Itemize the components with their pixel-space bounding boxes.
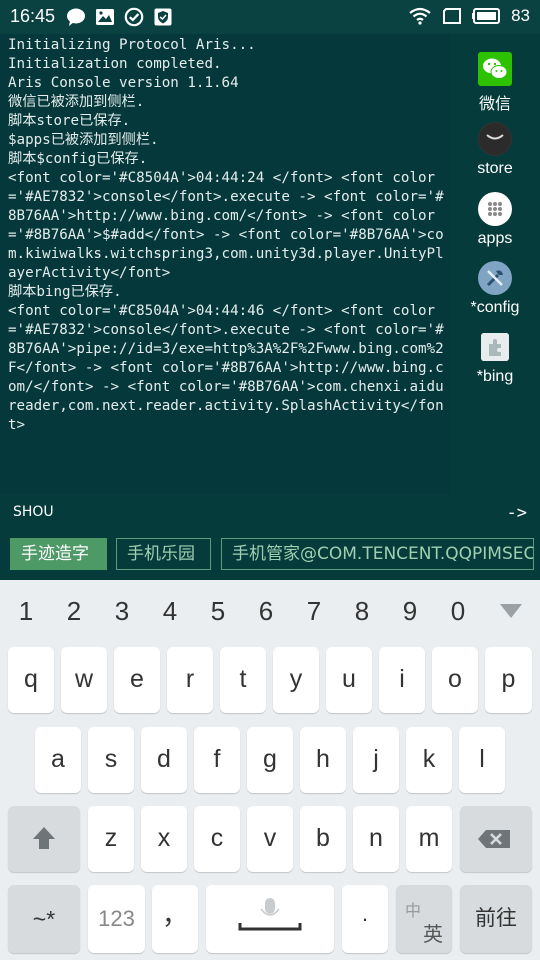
console-line: <font color='#C8504A'>04:44:46 </font> <… <box>8 303 444 433</box>
suggestion-chip[interactable]: 手机乐园 <box>116 538 211 570</box>
number-switch-key[interactable]: 123 <box>88 885 145 953</box>
check-circle-icon <box>124 7 144 27</box>
key-4[interactable]: 4 <box>146 596 194 627</box>
chat-bubble-icon <box>66 7 86 27</box>
system-status: 83 <box>408 6 530 26</box>
notification-icons <box>66 7 173 27</box>
key-f[interactable]: f <box>194 727 240 793</box>
sidebar-item-label: *bing <box>476 368 514 385</box>
key-t[interactable]: t <box>220 647 266 713</box>
key-j[interactable]: j <box>353 727 399 793</box>
symbols-key[interactable]: ~* <box>8 885 80 953</box>
config-icon <box>478 261 512 295</box>
soft-keyboard: 1 2 3 4 5 6 7 8 9 0 q w e r t y u i o p … <box>0 580 540 960</box>
lang-english-label: 英 <box>423 924 443 946</box>
space-key[interactable] <box>206 885 334 953</box>
sidebar-item-wechat[interactable]: 微信 <box>450 52 540 114</box>
key-r[interactable]: r <box>167 647 213 713</box>
key-x[interactable]: x <box>141 806 187 872</box>
sidebar-item-apps[interactable]: apps <box>450 192 540 248</box>
console-line: Initialization completed. <box>8 56 222 72</box>
key-m[interactable]: m <box>406 806 452 872</box>
console-line: 脚本bing已保存. <box>8 284 122 300</box>
sidebar-item-store[interactable]: store <box>450 122 540 178</box>
key-5[interactable]: 5 <box>194 596 242 627</box>
key-1[interactable]: 1 <box>2 596 50 627</box>
key-9[interactable]: 9 <box>386 596 434 627</box>
key-l[interactable]: l <box>459 727 505 793</box>
screen-icon <box>441 6 463 26</box>
sidebar-item-config[interactable]: *config <box>450 261 540 317</box>
sidebar-item-label: apps <box>477 230 513 247</box>
console-line: <font color='#C8504A'>04:44:24 </font> <… <box>8 170 444 281</box>
key-a[interactable]: a <box>35 727 81 793</box>
apps-icon <box>478 192 512 226</box>
shield-icon <box>153 7 173 27</box>
key-y[interactable]: y <box>273 647 319 713</box>
bing-icon <box>481 333 509 361</box>
command-input[interactable]: SHOU <box>13 504 54 520</box>
key-c[interactable]: c <box>194 806 240 872</box>
battery-icon <box>472 6 502 26</box>
key-2[interactable]: 2 <box>50 596 98 627</box>
sidebar-item-label: *config <box>470 299 520 316</box>
comma-key[interactable]: ， <box>152 885 198 953</box>
sidebar-item-bing[interactable]: *bing <box>450 330 540 386</box>
collapse-keyboard-icon[interactable] <box>498 602 524 624</box>
language-switch-key[interactable]: 中 英 <box>396 885 452 953</box>
key-3[interactable]: 3 <box>98 596 146 627</box>
key-e[interactable]: e <box>114 647 160 713</box>
console-line: 微信已被添加到侧栏. <box>8 94 145 110</box>
key-b[interactable]: b <box>300 806 346 872</box>
key-i[interactable]: i <box>379 647 425 713</box>
key-w[interactable]: w <box>61 647 107 713</box>
go-key[interactable]: 前往 <box>460 885 532 953</box>
key-k[interactable]: k <box>406 727 452 793</box>
key-o[interactable]: o <box>432 647 478 713</box>
key-u[interactable]: u <box>326 647 372 713</box>
period-key[interactable]: · <box>342 885 388 953</box>
console-line: 脚本store已保存. <box>8 113 131 129</box>
console-line: Aris Console version 1.1.64 <box>8 75 239 91</box>
suggestion-chip[interactable]: 手迹造字 <box>10 538 107 570</box>
gallery-icon <box>95 7 115 27</box>
key-7[interactable]: 7 <box>290 596 338 627</box>
key-v[interactable]: v <box>247 806 293 872</box>
lang-chinese-label: 中 <box>405 903 422 920</box>
submit-button[interactable]: -> <box>507 503 527 523</box>
wifi-icon <box>408 6 432 26</box>
key-h[interactable]: h <box>300 727 346 793</box>
battery-percentage: 83 <box>511 6 530 25</box>
status-bar: 16:45 83 <box>0 0 540 34</box>
shift-icon <box>33 827 55 849</box>
key-q[interactable]: q <box>8 647 54 713</box>
key-d[interactable]: d <box>141 727 187 793</box>
suggestion-chip[interactable]: 手机管家@COM.TENCENT.QQPIMSECURE <box>221 538 534 570</box>
key-0[interactable]: 0 <box>434 596 482 627</box>
console-line: 脚本$config已保存. <box>8 151 148 167</box>
key-s[interactable]: s <box>88 727 134 793</box>
key-p[interactable]: p <box>485 647 532 713</box>
key-z[interactable]: z <box>88 806 134 872</box>
microphone-icon <box>238 898 302 931</box>
console-line: Initializing Protocol Aris... <box>8 37 256 53</box>
shift-key[interactable] <box>8 806 80 872</box>
key-8[interactable]: 8 <box>338 596 386 627</box>
backspace-icon <box>478 830 510 848</box>
sidebar: 微信 store apps *config *bing <box>450 34 540 494</box>
number-row: 1 2 3 4 5 6 7 8 9 0 <box>0 580 540 642</box>
console-output: · · · ·Initializing Protocol Aris...Init… <box>0 34 450 494</box>
status-time: 16:45 <box>10 6 56 26</box>
key-n[interactable]: n <box>353 806 399 872</box>
sidebar-item-label: 微信 <box>478 96 511 113</box>
key-6[interactable]: 6 <box>242 596 290 627</box>
console-line: $apps已被添加到侧栏. <box>8 132 159 148</box>
store-icon <box>478 122 512 156</box>
suggestion-bar: 手迹造字 手机乐园 手机管家@COM.TENCENT.QQPIMSECURE <box>0 532 540 580</box>
wechat-icon <box>478 52 512 86</box>
key-g[interactable]: g <box>247 727 293 793</box>
sidebar-item-label: store <box>477 160 513 177</box>
backspace-key[interactable] <box>460 806 532 872</box>
command-input-row: SHOU -> <box>0 494 540 532</box>
